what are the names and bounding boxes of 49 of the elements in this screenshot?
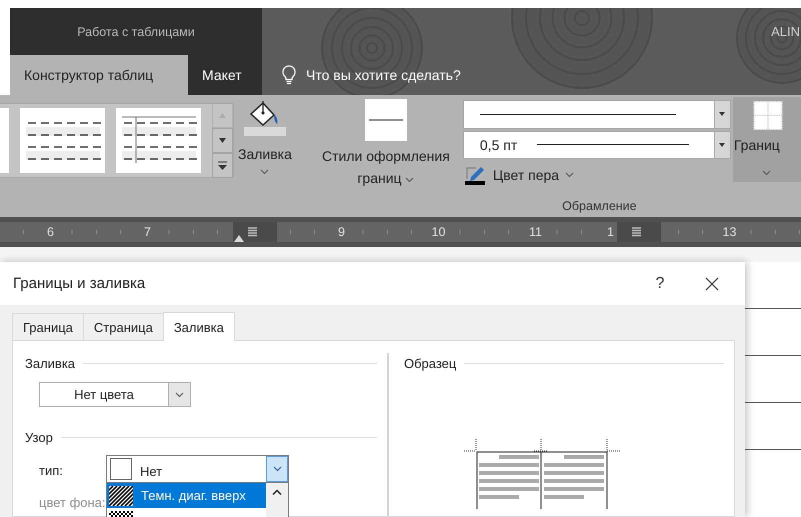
- empty-swatch-icon: [110, 458, 132, 480]
- caret-icon: [719, 112, 726, 116]
- scroll-down-icon: [219, 138, 226, 143]
- dialog-title: Границы и заливка: [13, 275, 146, 292]
- borders-grid-icon: [750, 101, 785, 130]
- pattern-option[interactable]: Темн. диаг. вверх: [107, 483, 266, 508]
- context-tab-title: Работа с таблицами: [76, 24, 196, 40]
- scroll-up-icon: [219, 113, 226, 118]
- section-legend: Заливка: [25, 356, 76, 370]
- tell-me-search[interactable]: Что вы хотите сделать?: [306, 67, 461, 83]
- chevron-icon: [762, 170, 771, 176]
- expand-gallery-icon: [218, 161, 227, 170]
- line-sample-icon: [364, 99, 407, 141]
- account-name[interactable]: ALIN: [262, 8, 800, 55]
- fill-color-dropdown[interactable]: Нет цвета: [39, 382, 191, 407]
- pattern-type-dropdown[interactable]: Нет: [106, 455, 289, 483]
- lightbulb-icon: [282, 65, 296, 85]
- chevron-icon: [565, 172, 574, 178]
- chevron-icon: [405, 177, 414, 183]
- chevron-icon: [272, 466, 282, 472]
- solid-line-icon: [480, 112, 676, 116]
- help-button[interactable]: ?: [645, 274, 675, 294]
- ribbon-tab[interactable]: Конструктор таблиц: [10, 55, 188, 95]
- pen-color-button[interactable]: Цвет пера: [462, 159, 576, 191]
- chevron-icon: [175, 392, 184, 398]
- dialog-tab[interactable]: Заливка: [162, 312, 235, 341]
- section-legend: Образец: [404, 356, 456, 370]
- hatched-swatch-icon: [109, 486, 133, 506]
- dialog-tab[interactable]: Граница: [12, 313, 84, 341]
- line-style-combo[interactable]: [462, 100, 731, 128]
- column-marker-icon[interactable]: [616, 222, 661, 242]
- borders-button[interactable]: Границ: [732, 97, 801, 182]
- gallery-scroll-more-button[interactable]: [212, 153, 233, 178]
- caret-icon: [719, 142, 726, 147]
- section-legend: Узор: [25, 430, 53, 444]
- field-label: тип:: [38, 462, 64, 478]
- scroll-up-icon[interactable]: [272, 489, 282, 495]
- fill-button[interactable]: Заливка: [238, 95, 292, 217]
- line-weight-combo[interactable]: 0,5 пт: [462, 130, 731, 159]
- border-styles-button[interactable]: Стили оформления границ: [310, 95, 461, 191]
- paint-bucket-icon: [242, 99, 287, 139]
- column-marker-icon[interactable]: [232, 222, 276, 242]
- chevron-icon: [260, 169, 270, 175]
- field-label: цвет фона:: [38, 495, 106, 510]
- gallery-scroll-down-button[interactable]: [212, 128, 233, 153]
- close-icon[interactable]: [705, 276, 719, 290]
- line-weight-sample-icon: [537, 143, 690, 146]
- group-label: Обрамление: [561, 198, 638, 213]
- pen-icon: [464, 165, 487, 185]
